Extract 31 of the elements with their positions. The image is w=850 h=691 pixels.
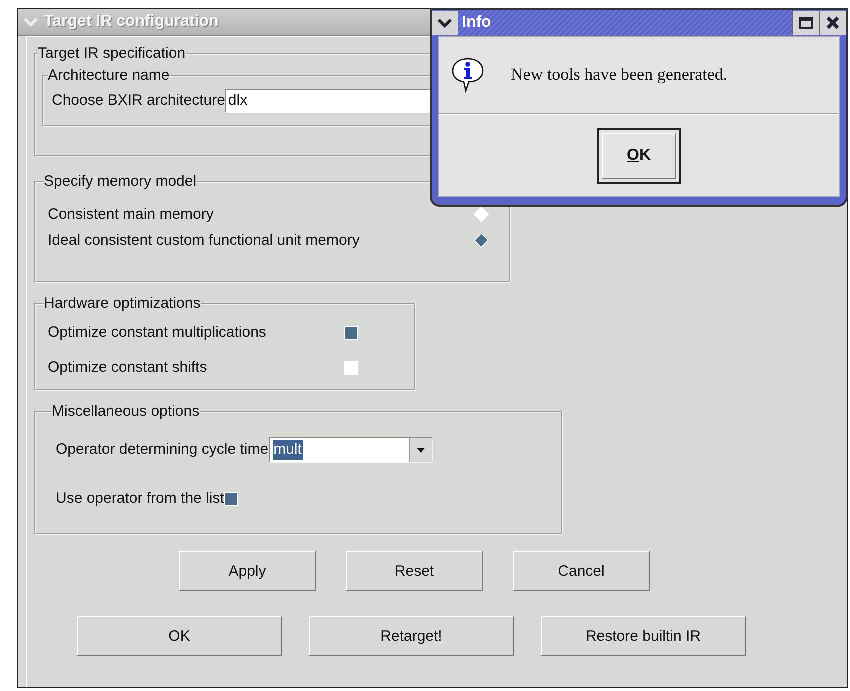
- action-button[interactable]: Cancel: [513, 551, 650, 591]
- action-button[interactable]: OK: [77, 616, 282, 656]
- action-button[interactable]: Apply: [179, 551, 316, 591]
- chevron-down-icon[interactable]: [438, 18, 452, 28]
- group-title: Target IR specification: [38, 45, 186, 62]
- group-title: Hardware optimizations: [44, 295, 201, 312]
- close-icon[interactable]: [826, 16, 840, 30]
- dropdown-arrow-icon[interactable]: [416, 446, 426, 454]
- checkbox[interactable]: [344, 361, 358, 375]
- option-label: Consistent main memory: [48, 204, 214, 224]
- checkbox[interactable]: [224, 492, 238, 506]
- maximize-icon[interactable]: [799, 17, 813, 29]
- checkbox[interactable]: [344, 326, 358, 340]
- operator-dropdown[interactable]: mult: [268, 437, 433, 463]
- option-label: Optimize constant multiplications: [48, 323, 268, 343]
- option-label: Optimize constant shifts: [48, 358, 208, 378]
- group-title: Specify memory model: [44, 173, 197, 190]
- dialog-message: New tools have been generated.: [511, 65, 728, 85]
- dialog-title: Info: [462, 14, 492, 32]
- option-label: Use operator from the list: [56, 489, 224, 509]
- option-label: Operator determining cycle time: [56, 440, 269, 460]
- group-title: Miscellaneous options: [52, 403, 200, 420]
- group-title: Architecture name: [48, 67, 170, 84]
- option-label: Ideal consistent custom functional unit memory: [48, 230, 360, 250]
- info-icon: [451, 57, 485, 93]
- option-label: Choose BXIR architecture: [52, 91, 226, 111]
- action-button[interactable]: Reset: [346, 551, 483, 591]
- action-button[interactable]: Retarget!: [309, 616, 514, 656]
- action-button[interactable]: Restore builtin IR: [541, 616, 746, 656]
- ok-button[interactable]: OK: [602, 132, 676, 178]
- window-title: Target IR configuration: [44, 13, 219, 31]
